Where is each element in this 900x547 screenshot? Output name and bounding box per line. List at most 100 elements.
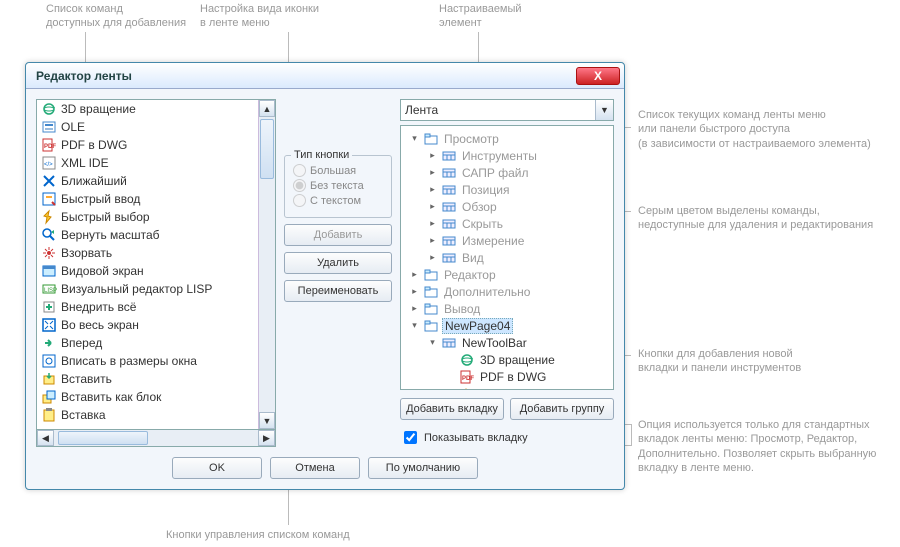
zoomback-icon [41, 227, 57, 243]
expander-icon[interactable]: ▾ [409, 320, 420, 331]
tree-item[interactable]: ▸Инструменты [403, 147, 611, 164]
list-item[interactable]: Взорвать [37, 244, 258, 262]
expander-icon[interactable]: ▾ [427, 337, 438, 348]
list-item[interactable]: Быстрый ввод [37, 190, 258, 208]
list-item[interactable]: Вернуть масштаб [37, 226, 258, 244]
scroll-thumb[interactable] [260, 119, 274, 179]
radio-large[interactable]: Большая [293, 164, 383, 177]
pdf-icon: PDF [459, 370, 475, 384]
cancel-button[interactable]: Отмена [270, 457, 360, 479]
svg-text:</>: </> [44, 162, 53, 168]
expander-icon[interactable]: ▸ [427, 150, 438, 161]
add-group-button[interactable]: Добавить группу [510, 398, 614, 420]
list-item[interactable]: </>XML IDE [37, 154, 258, 172]
tree-item[interactable]: ▸ Позиция [403, 181, 611, 198]
guide-line [631, 424, 632, 446]
radio-with-text[interactable]: С текстом [293, 194, 383, 207]
ribbon-tree[interactable]: ▾Просмотр▸Инструменты▸САПР файл▸Позиция▸… [400, 125, 614, 390]
add-button[interactable]: Добавить [284, 224, 392, 246]
chevron-down-icon: ▼ [595, 100, 613, 120]
add-tab-button[interactable]: Добавить вкладку [400, 398, 504, 420]
close-button[interactable]: X [576, 67, 620, 85]
expander-icon[interactable]: ▸ [409, 286, 420, 297]
tree-item[interactable]: ▸ САПР файл [403, 164, 611, 181]
target-combo[interactable]: Лента ▼ [400, 99, 614, 121]
expander-icon[interactable]: ▸ [427, 235, 438, 246]
default-button[interactable]: По умолчанию [368, 457, 478, 479]
tree-item-label: САПР файл [460, 166, 531, 180]
tree-item[interactable]: ▾ NewToolBar [403, 334, 611, 351]
svg-text:LISP: LISP [44, 288, 57, 294]
expander-icon[interactable]: ▸ [409, 269, 420, 280]
ok-button[interactable]: OK [172, 457, 262, 479]
block-icon [41, 389, 57, 405]
scroll-right-icon[interactable]: ▶ [258, 430, 275, 446]
tree-item[interactable]: ▸ Обзор [403, 198, 611, 215]
list-item[interactable]: Видовой экран [37, 262, 258, 280]
list-item[interactable]: Во весь экран [37, 316, 258, 334]
tree-item[interactable]: ▾NewPage04 [403, 317, 611, 334]
near-icon [41, 173, 57, 189]
pdf-icon: PDF [41, 137, 57, 153]
tree-item-label: Панорамирование [478, 387, 585, 391]
scroll-left-icon[interactable]: ◀ [37, 430, 54, 446]
tab-icon [423, 319, 439, 333]
list-item[interactable]: Вперед [37, 334, 258, 352]
remove-button[interactable]: Удалить [284, 252, 392, 274]
tree-item[interactable]: ▸ Вывод [403, 300, 611, 317]
radio-input[interactable] [293, 164, 306, 177]
list-item[interactable]: Вставить как блок [37, 388, 258, 406]
radio-label: Без текста [310, 180, 364, 192]
tree-item[interactable]: ▾Просмотр [403, 130, 611, 147]
tree-item-label: Позиция [460, 183, 511, 197]
horizontal-scrollbar[interactable]: ◀ ▶ [36, 430, 276, 447]
tree-item-label: Обзор [460, 200, 499, 214]
radio-input[interactable] [293, 179, 306, 192]
show-tab-checkbox[interactable]: Показывать вкладку [400, 428, 614, 447]
tree-item[interactable]: Панорамирование [403, 385, 611, 390]
vertical-scrollbar[interactable]: ▲ ▼ [258, 100, 275, 429]
list-item[interactable]: LISPВизуальный редактор LISP [37, 280, 258, 298]
expander-icon[interactable]: ▸ [427, 252, 438, 263]
tree-item[interactable]: ▸Скрыть [403, 215, 611, 232]
pan-icon [459, 387, 475, 391]
tree-item-label: Вывод [442, 302, 482, 316]
expander-icon[interactable]: ▸ [427, 201, 438, 212]
list-item[interactable]: 3D вращение [37, 100, 258, 118]
radio-input[interactable] [293, 194, 306, 207]
tree-item[interactable]: 3D вращение [403, 351, 611, 368]
list-item[interactable]: Вписать в размеры окна [37, 352, 258, 370]
expander-icon[interactable]: ▸ [427, 184, 438, 195]
radio-no-text[interactable]: Без текста [293, 179, 383, 192]
list-item-label: Взорвать [61, 246, 112, 260]
list-item[interactable]: Ближайший [37, 172, 258, 190]
expander-icon[interactable]: ▸ [427, 218, 438, 229]
scroll-thumb[interactable] [58, 431, 148, 445]
list-item[interactable]: Вставка [37, 406, 258, 424]
scroll-down-icon[interactable]: ▼ [259, 412, 275, 429]
list-item[interactable]: OLE [37, 118, 258, 136]
list-item[interactable]: PDF PDF в DWG [37, 136, 258, 154]
tree-item-label: NewToolBar [460, 336, 529, 350]
list-item-label: PDF в DWG [61, 138, 127, 152]
available-commands-list[interactable]: 3D вращениеOLEPDF PDF в DWG </>XML IDE Ближ… [36, 99, 276, 430]
qsel-icon [41, 209, 57, 225]
scroll-up-icon[interactable]: ▲ [259, 100, 275, 117]
tree-item[interactable]: ▸ Вид [403, 249, 611, 266]
expander-icon[interactable]: ▸ [409, 303, 420, 314]
tree-item[interactable]: PDFPDF в DWG [403, 368, 611, 385]
viewport-icon [41, 263, 57, 279]
fwd-icon [41, 335, 57, 351]
rename-button[interactable]: Переименовать [284, 280, 392, 302]
list-item-label: Ближайший [61, 174, 127, 188]
expander-icon[interactable]: ▸ [427, 167, 438, 178]
tree-item[interactable]: ▸Редактор [403, 266, 611, 283]
expander-icon[interactable]: ▾ [409, 133, 420, 144]
tree-item-label: Вид [460, 251, 486, 265]
show-tab-input[interactable] [404, 431, 417, 444]
list-item[interactable]: Вставить [37, 370, 258, 388]
tree-item[interactable]: ▸Дополнительно [403, 283, 611, 300]
list-item[interactable]: Быстрый выбор [37, 208, 258, 226]
list-item[interactable]: Внедрить всё [37, 298, 258, 316]
tree-item[interactable]: ▸Измерение [403, 232, 611, 249]
